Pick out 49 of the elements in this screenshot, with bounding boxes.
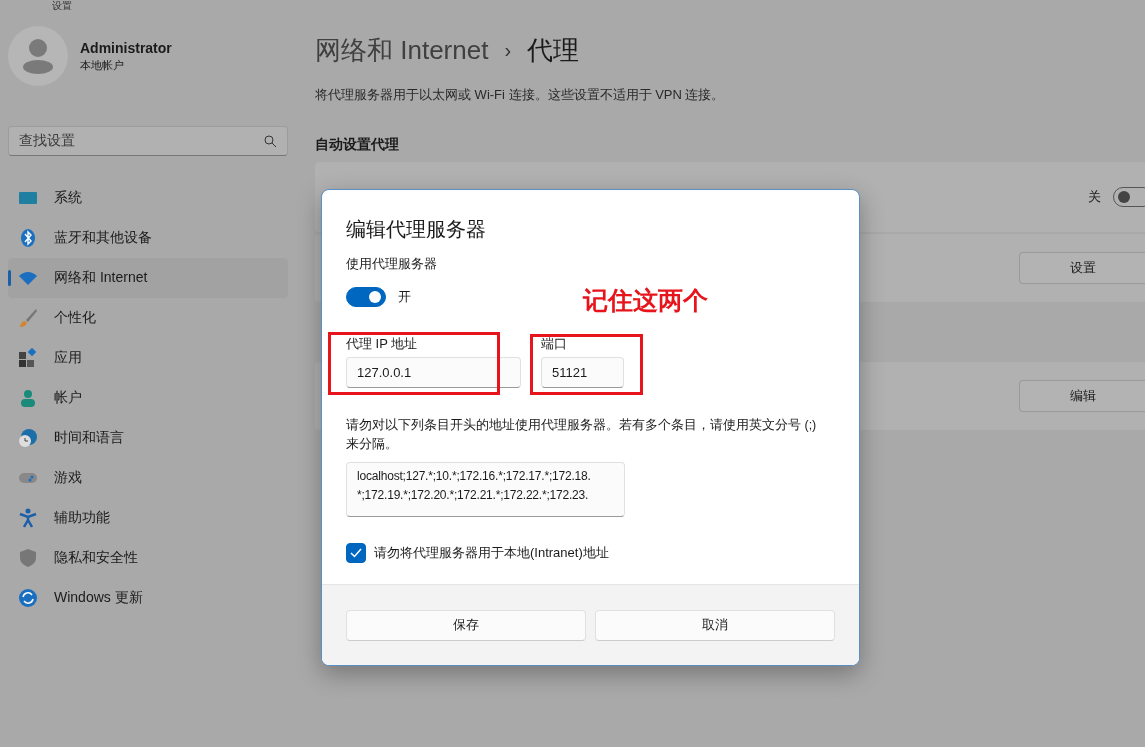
input-field[interactable]: 127.0.0.1 [346, 357, 521, 388]
bluetooth-icon [18, 228, 38, 248]
brush-icon [18, 308, 38, 328]
toggle-switch[interactable] [346, 287, 386, 307]
annotation-text: 记住这两个 [583, 285, 708, 316]
sidebar-item[interactable]: 网络和 Internet [8, 258, 288, 298]
input-field[interactable]: 51121 [541, 357, 624, 388]
toggle-state: 关 [1088, 188, 1101, 206]
person-icon [18, 388, 38, 408]
page-description: 将代理服务器用于以太网或 Wi-Fi 连接。这些设置不适用于 VPN 连接。 [315, 86, 726, 104]
dialog-button[interactable]: 取消 [595, 609, 835, 641]
section-title: 自动设置代理 [315, 136, 400, 154]
apps-icon [18, 348, 38, 368]
checkbox[interactable] [346, 543, 366, 563]
update-icon [18, 588, 38, 608]
shield-icon [18, 548, 38, 568]
text-area[interactable]: localhost;127.*;10.*;172.16.*;172.17.*;172.18. *;172.19.*;172.20.*;172.21.*;172.22.*;172.23. [346, 462, 625, 517]
account-type: 本地帐户 [80, 57, 125, 73]
toggle-state: 开 [398, 288, 411, 306]
row-button[interactable]: 编辑 [1019, 380, 1145, 412]
sidebar-item[interactable]: 蓝牙和其他设备 [8, 218, 288, 258]
globe-clock-icon [18, 428, 38, 448]
field-label: 端口 [541, 335, 568, 353]
dialog-button[interactable]: 保存 [346, 609, 586, 641]
search-icon [264, 134, 277, 148]
sidebar-item[interactable]: 隐私和安全性 [8, 538, 288, 578]
page-title: 代理 [527, 33, 580, 67]
account-name: Administrator [80, 39, 172, 56]
sidebar-item[interactable]: 游戏 [8, 458, 288, 498]
search-field[interactable]: 查找设置 [8, 126, 288, 156]
sidebar-item[interactable]: Windows 更新 [8, 578, 288, 618]
breadcrumb-link[interactable]: 网络和 Internet [315, 32, 489, 68]
field-label: 代理 IP 地址 [346, 335, 419, 353]
sidebar-item[interactable]: 系统 [8, 178, 288, 218]
check-icon [350, 548, 362, 558]
toggle-label: 使用代理服务器 [346, 255, 438, 273]
sidebar-item[interactable]: 个性化 [8, 298, 288, 338]
hint-text: 请勿对以下列条目开头的地址使用代理服务器。若有多个条目，请使用英文分号 (;) 来分隔。 [346, 417, 818, 453]
sidebar-item[interactable]: 时间和语言 [8, 418, 288, 458]
sidebar-item[interactable]: 应用 [8, 338, 288, 378]
accessibility-icon [18, 508, 38, 528]
sidebar-item[interactable]: 辅助功能 [8, 498, 288, 538]
window-title: 设置 [52, 0, 73, 12]
person-icon [21, 38, 55, 74]
dialog-title: 编辑代理服务器 [346, 217, 487, 242]
row-button[interactable]: 设置 [1019, 252, 1145, 284]
checkbox-label: 请勿将代理服务器用于本地(Intranet)地址 [374, 544, 609, 562]
breadcrumb-separator: › [504, 38, 512, 62]
sidebar-item[interactable]: 帐户 [8, 378, 288, 418]
